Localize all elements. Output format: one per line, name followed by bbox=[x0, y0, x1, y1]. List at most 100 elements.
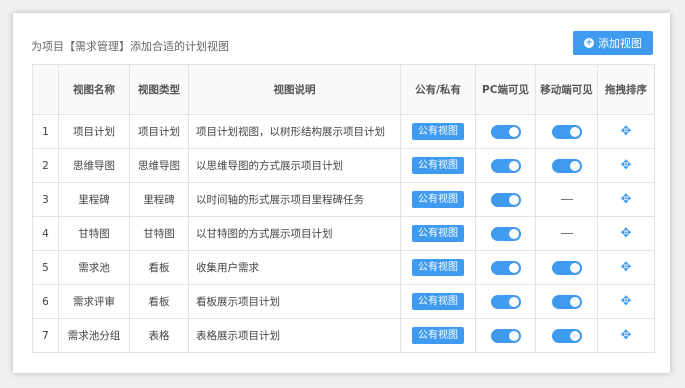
view-type: 里程碑 bbox=[129, 182, 189, 217]
visibility-badge[interactable]: 公有视图 bbox=[412, 327, 464, 344]
toggle-knob bbox=[569, 126, 580, 137]
mobile-visible-toggle[interactable] bbox=[551, 124, 582, 139]
col-header-type: 视图类型 bbox=[129, 64, 189, 115]
move-arrows-icon[interactable]: ✥ bbox=[621, 124, 632, 139]
view-description: 看板展示项目计划 bbox=[188, 284, 401, 319]
toggle-knob bbox=[508, 160, 519, 171]
col-header-visibility: 公有/私有 bbox=[400, 64, 476, 115]
pc-visible-toggle[interactable] bbox=[490, 124, 521, 139]
mobile-visible-cell bbox=[535, 182, 598, 217]
visibility-cell: 公有视图 bbox=[400, 250, 476, 285]
move-arrows-icon[interactable]: ✥ bbox=[621, 260, 632, 275]
visibility-badge[interactable]: 公有视图 bbox=[412, 157, 464, 174]
drag-cell: ✥ bbox=[597, 284, 655, 319]
view-name: 需求池 bbox=[58, 250, 130, 285]
mobile-visible-unavailable-dash bbox=[560, 199, 573, 200]
view-type: 项目计划 bbox=[129, 114, 189, 149]
visibility-cell: 公有视图 bbox=[400, 182, 476, 217]
pc-visible-toggle[interactable] bbox=[490, 192, 521, 207]
drag-cell: ✥ bbox=[597, 318, 655, 353]
col-header-drag-sort: 拖拽排序 bbox=[597, 64, 655, 115]
mobile-visible-toggle[interactable] bbox=[551, 328, 582, 343]
mobile-visible-cell bbox=[535, 318, 598, 353]
view-description: 项目计划视图，以树形结构展示项目计划 bbox=[188, 114, 401, 149]
mobile-visible-toggle[interactable] bbox=[551, 294, 582, 309]
drag-cell: ✥ bbox=[597, 182, 655, 217]
row-index: 3 bbox=[32, 182, 59, 217]
drag-cell: ✥ bbox=[597, 216, 655, 251]
table-row: 1 项目计划 项目计划 项目计划视图，以树形结构展示项目计划 公有视图 ✥ bbox=[32, 114, 655, 149]
col-header-pc-visible: PC端可见 bbox=[475, 64, 536, 115]
col-header-mobile-visible: 移动端可见 bbox=[535, 64, 598, 115]
view-type: 看板 bbox=[129, 250, 189, 285]
move-arrows-icon[interactable]: ✥ bbox=[621, 294, 632, 309]
pc-visible-toggle[interactable] bbox=[490, 158, 521, 173]
mobile-visible-cell bbox=[535, 114, 598, 149]
toggle-knob bbox=[508, 126, 519, 137]
view-name: 项目计划 bbox=[58, 114, 130, 149]
pc-visible-toggle[interactable] bbox=[490, 328, 521, 343]
move-arrows-icon[interactable]: ✥ bbox=[621, 226, 632, 241]
mobile-visible-cell bbox=[535, 216, 598, 251]
visibility-badge[interactable]: 公有视图 bbox=[412, 191, 464, 208]
table-row: 6 需求评审 看板 看板展示项目计划 公有视图 ✥ bbox=[32, 284, 655, 319]
mobile-visible-toggle[interactable] bbox=[551, 158, 582, 173]
visibility-cell: 公有视图 bbox=[400, 216, 476, 251]
toggle-knob bbox=[508, 228, 519, 239]
view-description: 以甘特图的方式展示项目计划 bbox=[188, 216, 401, 251]
pc-visible-toggle[interactable] bbox=[490, 294, 521, 309]
row-index: 7 bbox=[32, 318, 59, 353]
toggle-knob bbox=[569, 160, 580, 171]
mobile-visible-unavailable-dash bbox=[560, 233, 573, 234]
view-description: 表格展示项目计划 bbox=[188, 318, 401, 353]
drag-cell: ✥ bbox=[597, 148, 655, 183]
visibility-cell: 公有视图 bbox=[400, 114, 476, 149]
pc-visible-cell bbox=[475, 284, 536, 319]
toggle-knob bbox=[569, 296, 580, 307]
pc-visible-toggle[interactable] bbox=[490, 260, 521, 275]
move-arrows-icon[interactable]: ✥ bbox=[621, 328, 632, 343]
mobile-visible-cell bbox=[535, 148, 598, 183]
visibility-cell: 公有视图 bbox=[400, 148, 476, 183]
view-description: 收集用户需求 bbox=[188, 250, 401, 285]
view-name: 需求评审 bbox=[58, 284, 130, 319]
table-row: 4 甘特图 甘特图 以甘特图的方式展示项目计划 公有视图 ✥ bbox=[32, 216, 655, 251]
toggle-knob bbox=[569, 330, 580, 341]
table-row: 3 里程碑 里程碑 以时间轴的形式展示项目里程碑任务 公有视图 ✥ bbox=[32, 182, 655, 217]
view-name: 里程碑 bbox=[58, 182, 130, 217]
move-arrows-icon[interactable]: ✥ bbox=[621, 192, 632, 207]
visibility-badge[interactable]: 公有视图 bbox=[412, 259, 464, 276]
view-description: 以思维导图的方式展示项目计划 bbox=[188, 148, 401, 183]
pc-visible-cell bbox=[475, 318, 536, 353]
row-index: 1 bbox=[32, 114, 59, 149]
pc-visible-cell bbox=[475, 250, 536, 285]
pc-visible-toggle[interactable] bbox=[490, 226, 521, 241]
view-type: 看板 bbox=[129, 284, 189, 319]
view-name: 需求池分组 bbox=[58, 318, 130, 353]
table-row: 7 需求池分组 表格 表格展示项目计划 公有视图 ✥ bbox=[32, 318, 655, 353]
view-name: 甘特图 bbox=[58, 216, 130, 251]
row-index: 6 bbox=[32, 284, 59, 319]
views-table: 视图名称 视图类型 视图说明 公有/私有 PC端可见 移动端可见 拖拽排序 1项… bbox=[32, 64, 655, 353]
toggle-knob bbox=[569, 262, 580, 273]
view-type: 思维导图 bbox=[129, 148, 189, 183]
pc-visible-cell bbox=[475, 148, 536, 183]
visibility-cell: 公有视图 bbox=[400, 318, 476, 353]
col-header-index bbox=[32, 64, 59, 115]
move-arrows-icon[interactable]: ✥ bbox=[621, 158, 632, 173]
add-view-button-label: 添加视图 bbox=[598, 37, 642, 50]
visibility-badge[interactable]: 公有视图 bbox=[412, 123, 464, 140]
add-view-button[interactable]: + 添加视图 bbox=[573, 31, 653, 55]
view-description: 以时间轴的形式展示项目里程碑任务 bbox=[188, 182, 401, 217]
toggle-knob bbox=[508, 330, 519, 341]
mobile-visible-cell bbox=[535, 284, 598, 319]
row-index: 2 bbox=[32, 148, 59, 183]
visibility-cell: 公有视图 bbox=[400, 284, 476, 319]
row-index: 5 bbox=[32, 250, 59, 285]
pc-visible-cell bbox=[475, 216, 536, 251]
mobile-visible-toggle[interactable] bbox=[551, 260, 582, 275]
view-type: 表格 bbox=[129, 318, 189, 353]
table-header-row: 视图名称 视图类型 视图说明 公有/私有 PC端可见 移动端可见 拖拽排序 bbox=[32, 64, 655, 115]
visibility-badge[interactable]: 公有视图 bbox=[412, 225, 464, 242]
visibility-badge[interactable]: 公有视图 bbox=[412, 293, 464, 310]
